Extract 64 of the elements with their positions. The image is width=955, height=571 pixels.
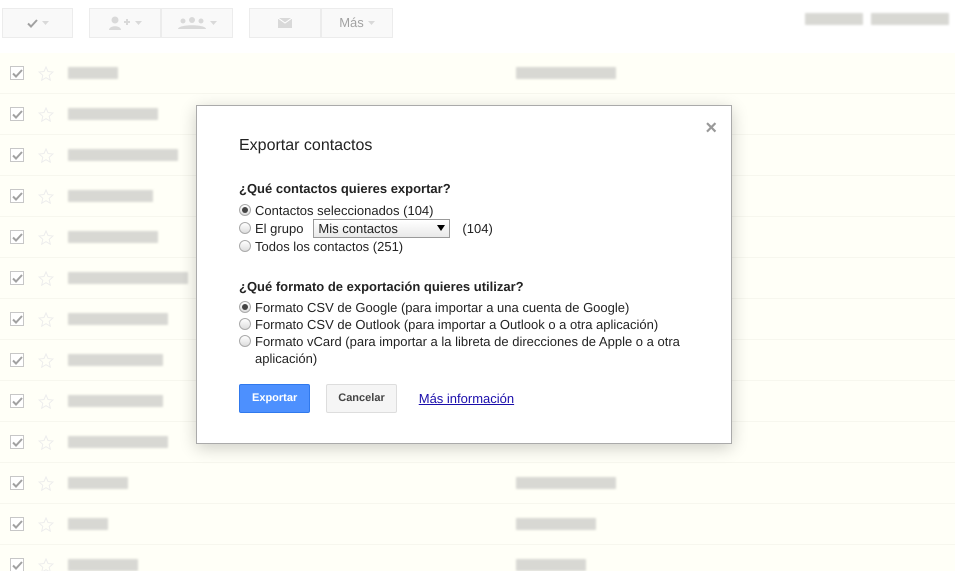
checkmark-icon bbox=[12, 68, 22, 78]
radio-button[interactable] bbox=[239, 335, 251, 348]
checkmark-icon bbox=[12, 396, 22, 406]
row-checkbox[interactable] bbox=[10, 435, 24, 449]
checkmark-icon bbox=[12, 438, 22, 446]
checkmark-icon bbox=[12, 520, 22, 528]
more-info-link[interactable]: Más información bbox=[418, 388, 514, 408]
add-contact-button[interactable] bbox=[89, 8, 161, 38]
checkmark-icon bbox=[12, 150, 22, 160]
blurred-email bbox=[516, 559, 586, 571]
question: ¿Qué formato de exportación quieres utilizar? bbox=[239, 278, 525, 296]
radio-button[interactable] bbox=[239, 240, 251, 252]
row-checkbox[interactable] bbox=[10, 230, 24, 244]
radio-button[interactable] bbox=[239, 222, 251, 234]
person-plus-icon bbox=[108, 16, 130, 30]
checkmark-icon bbox=[12, 478, 22, 488]
email-button[interactable] bbox=[249, 8, 321, 38]
checkmark-icon bbox=[26, 18, 38, 28]
row-checkbox[interactable] bbox=[10, 394, 24, 408]
checkmark-icon bbox=[12, 560, 22, 570]
caret-icon bbox=[368, 21, 375, 25]
checkmark-icon bbox=[12, 274, 22, 282]
select-button[interactable] bbox=[2, 8, 73, 38]
people-icon bbox=[178, 17, 206, 29]
blurred-name bbox=[68, 67, 118, 79]
option-label: Todos los contactos (251) bbox=[255, 238, 404, 255]
caret-icon bbox=[134, 21, 142, 25]
option-label: Formato CSV de Outlook (para importar a Outlook o a otra aplicación) bbox=[255, 316, 658, 334]
row-checkbox[interactable] bbox=[10, 189, 24, 203]
blurred-name bbox=[68, 559, 138, 571]
caret-icon bbox=[42, 21, 48, 25]
row-checkbox[interactable] bbox=[10, 476, 24, 490]
row-checkbox[interactable] bbox=[10, 66, 24, 80]
checkmark-icon bbox=[12, 110, 22, 118]
row-checkbox[interactable] bbox=[10, 148, 24, 162]
row-checkbox[interactable] bbox=[10, 312, 24, 326]
option-label: Contactos seleccionados (104) bbox=[255, 202, 434, 219]
row-checkbox[interactable] bbox=[10, 558, 24, 571]
group-dropdown[interactable]: Mis contactos bbox=[313, 218, 450, 238]
checkmark-icon bbox=[12, 192, 22, 200]
caret-icon bbox=[210, 21, 216, 25]
dialog-title: Exportar contactos bbox=[239, 136, 374, 156]
cancel-button[interactable]: Cancelar bbox=[326, 384, 397, 414]
checkmark-icon bbox=[12, 356, 22, 364]
option-label: Formato vCard (para importar a la libreta de direcciones de Apple o a otra aplicación) bbox=[255, 333, 681, 368]
row-checkbox[interactable] bbox=[10, 107, 24, 121]
checkmark-icon bbox=[12, 232, 22, 242]
blurred-name bbox=[68, 477, 128, 489]
group-count: (104) bbox=[462, 220, 493, 237]
radio-button[interactable] bbox=[239, 204, 251, 216]
envelope-icon bbox=[278, 18, 292, 28]
row-checkbox[interactable] bbox=[10, 353, 24, 367]
blurred-account bbox=[805, 13, 863, 25]
caret-icon bbox=[437, 225, 446, 232]
group-button[interactable] bbox=[161, 8, 233, 38]
row-checkbox[interactable] bbox=[10, 517, 24, 531]
row-checkbox[interactable] bbox=[10, 271, 24, 285]
question: ¿Qué contactos quieres exportar? bbox=[239, 180, 452, 198]
radio-button[interactable] bbox=[239, 301, 251, 314]
blurred-name bbox=[68, 518, 108, 530]
option-label: El grupo bbox=[255, 220, 304, 237]
checkmark-icon bbox=[12, 314, 22, 324]
radio-button[interactable] bbox=[239, 318, 251, 330]
option-label: Formato CSV de Google (para importar a una cuenta de Google) bbox=[255, 299, 630, 316]
